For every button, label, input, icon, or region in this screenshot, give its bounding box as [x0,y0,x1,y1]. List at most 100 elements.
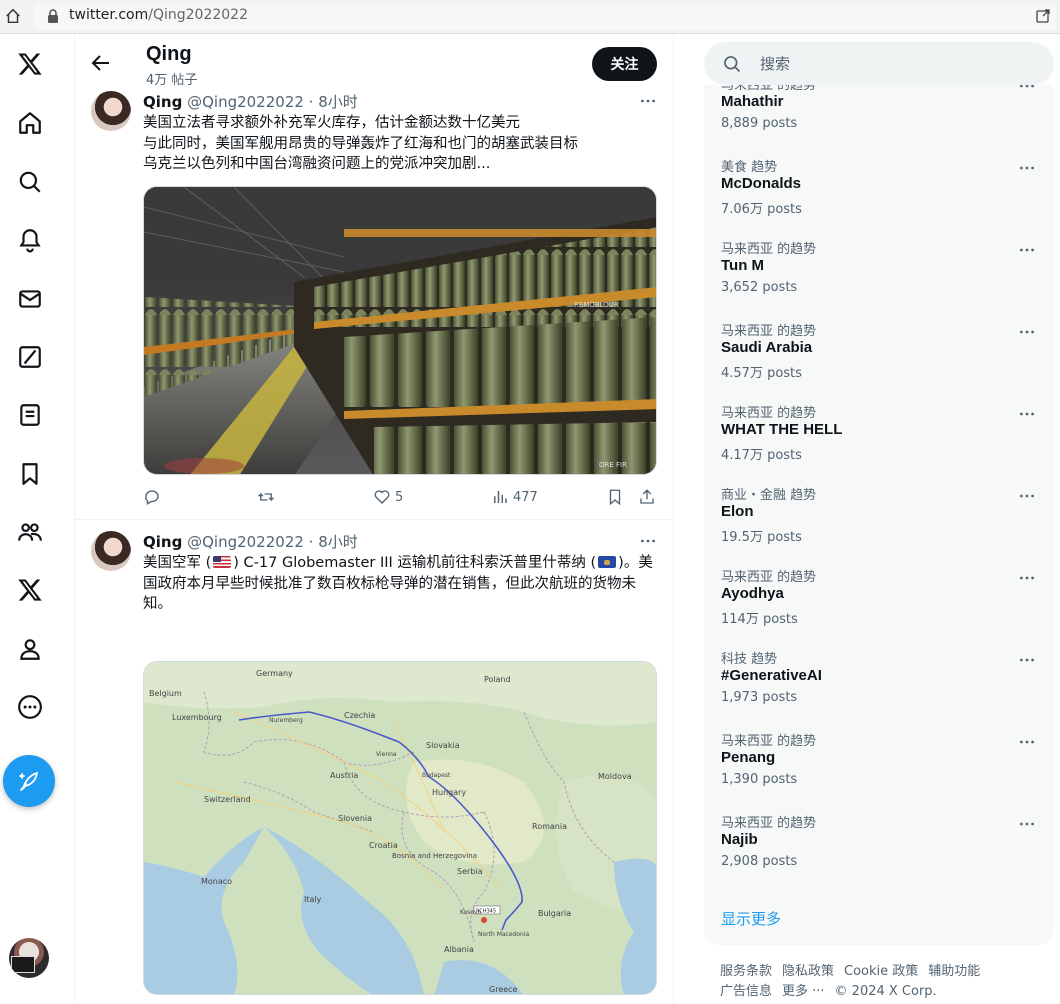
trend-more-icon[interactable] [1017,568,1037,588]
trend-context: 科技 趋势 [721,652,778,667]
trend-more-icon[interactable] [1017,85,1037,96]
footer-ads-link[interactable]: 广告信息 [720,984,772,999]
retweet-button[interactable] [257,485,275,509]
tweet-image-flight-map[interactable]: RCH345 Germany Belgium Luxembourg Czechi… [143,661,657,995]
bookmarks-icon[interactable] [13,457,47,491]
trend-item[interactable]: 马来西亚 的趋势 WHAT THE HELL 4.17万 posts [704,402,1054,484]
back-arrow-icon[interactable] [89,51,113,75]
map-label: Vienna [376,751,397,758]
trend-post-count: 114万 posts [721,612,798,627]
home-icon[interactable] [13,106,47,140]
grok-icon[interactable] [13,340,47,374]
tweet-handle-time[interactable]: @Qing2022022 · 8小时 [187,93,358,111]
map-label: Luxembourg [172,713,222,722]
like-button[interactable]: 5 [373,485,403,509]
flight-route-map: RCH345 Germany Belgium Luxembourg Czechi… [144,662,656,994]
browser-home-icon[interactable] [4,7,22,25]
trend-post-count: 7.06万 posts [721,202,802,217]
map-label: Albania [444,945,474,954]
messages-icon[interactable] [13,282,47,316]
trend-item[interactable]: 商业・金融 趋势 Elon 19.5万 posts [704,484,1054,566]
compose-icon [19,771,39,791]
map-label: Czechia [344,711,375,720]
us-flag-icon [213,556,232,568]
tweet-text-part: 美国空军 ( [143,555,212,571]
trend-item[interactable]: 美食 趋势 McDonalds 7.06万 posts [704,156,1054,238]
trend-more-icon[interactable] [1017,732,1037,752]
reply-icon [145,490,159,505]
tweet[interactable]: Qing @Qing2022022 · 8小时 美国空军 () C-17 Glo… [75,520,673,1004]
search-box[interactable] [704,42,1054,85]
trend-post-count: 4.17万 posts [721,448,802,463]
tweet-author-name[interactable]: Qing [143,533,182,551]
trend-post-count: 1,390 posts [721,772,798,787]
footer-accessibility-link[interactable]: 辅助功能 [928,964,980,979]
tweet-more-icon[interactable] [638,531,658,551]
open-external-icon[interactable] [1036,9,1050,23]
trend-item[interactable]: 马来西亚 的趋势 Najib 2,908 posts [704,812,1054,894]
lists-icon[interactable] [13,398,47,432]
map-label: Hungary [432,788,466,797]
tweet-handle-time[interactable]: @Qing2022022 · 8小时 [187,533,358,551]
trend-item[interactable]: 马来西亚 的趋势 Saudi Arabia 4.57万 posts [704,320,1054,402]
tweet-text-line: 与此同时，美国军舰用昂贵的导弹轰炸了红海和也门的胡塞武装目标 [143,135,578,152]
map-label: Romania [532,822,567,831]
tweet-author-avatar[interactable] [91,91,131,131]
trend-more-icon[interactable] [1017,158,1037,178]
share-button[interactable] [638,485,656,509]
address-url[interactable]: twitter.com/Qing2022022 [69,7,248,23]
trend-more-icon[interactable] [1017,814,1037,834]
footer-cookie-link[interactable]: Cookie 政策 [844,964,918,979]
more-icon[interactable] [13,690,47,724]
trend-name: Tun M [721,257,765,274]
tweet[interactable]: Qing @Qing2022022 · 8小时 美国立法者寻求额外补充军火库存，… [75,81,673,520]
show-more-link[interactable]: 显示更多 [721,908,781,929]
search-input[interactable] [760,52,1030,76]
post-count: 4万 帖子 [146,73,198,88]
map-label: Budapest [422,772,451,779]
search-icon[interactable] [13,165,47,199]
trend-more-icon[interactable] [1017,650,1037,670]
trend-more-icon[interactable] [1017,322,1037,342]
tweet-more-icon[interactable] [638,91,658,111]
notifications-icon[interactable] [13,223,47,257]
trend-item[interactable]: 马来西亚 的趋势 Ayodhya 114万 posts [704,566,1054,648]
trend-name: Elon [721,503,754,520]
premium-x-icon[interactable] [13,573,47,607]
trend-more-icon[interactable] [1017,486,1037,506]
tweet-author-avatar[interactable] [91,531,131,571]
footer-privacy-link[interactable]: 隐私政策 [782,964,834,979]
tweet-image-ammunition-warehouse[interactable]: REMOBLOUR ORE FIR [143,186,657,475]
trend-context: 马来西亚 的趋势 [721,324,817,339]
search-icon [724,56,741,73]
profile-icon[interactable] [13,632,47,666]
trend-name: WHAT THE HELL [721,421,843,438]
trend-post-count: 1,973 posts [721,690,798,705]
trend-item[interactable]: 科技 趋势 #GenerativeAI 1,973 posts [704,648,1054,730]
trend-name: Penang [721,749,776,766]
x-logo-icon[interactable] [13,47,47,81]
trend-item[interactable]: 马来西亚 的趋势 Penang 1,390 posts [704,730,1054,812]
trend-context: 商业・金融 趋势 [721,488,817,503]
tweet-author-name[interactable]: Qing [143,93,182,111]
trend-item[interactable]: 马来西亚 的趋势 Tun M 3,652 posts [704,238,1054,320]
trend-more-icon[interactable] [1017,404,1037,424]
trend-more-icon[interactable] [1017,240,1037,260]
reply-button[interactable] [143,485,161,509]
footer-terms-link[interactable]: 服务条款 [720,964,772,979]
follow-button[interactable]: 关注 [592,47,657,81]
views-button[interactable]: 477 [491,485,538,509]
trend-post-count: 8,889 posts [721,116,798,131]
bookmark-button[interactable] [606,485,624,509]
account-avatar[interactable] [9,938,49,978]
trend-context: 马来西亚 的趋势 [721,406,817,421]
trend-context: 美食 趋势 [721,160,778,175]
map-label: Moldova [598,772,632,781]
communities-icon[interactable] [13,515,47,549]
trend-post-count: 3,652 posts [721,280,798,295]
footer-more-link[interactable]: 更多 ··· [782,984,825,999]
map-label: Austria [330,771,358,780]
trend-item[interactable]: 马来西亚 的趋势 Mahathir 8,889 posts [704,85,1054,156]
timeline: Qing 4万 帖子 关注 Qing @Qing2022022 · 8小时 美国… [75,35,674,1004]
compose-button[interactable] [3,755,55,807]
